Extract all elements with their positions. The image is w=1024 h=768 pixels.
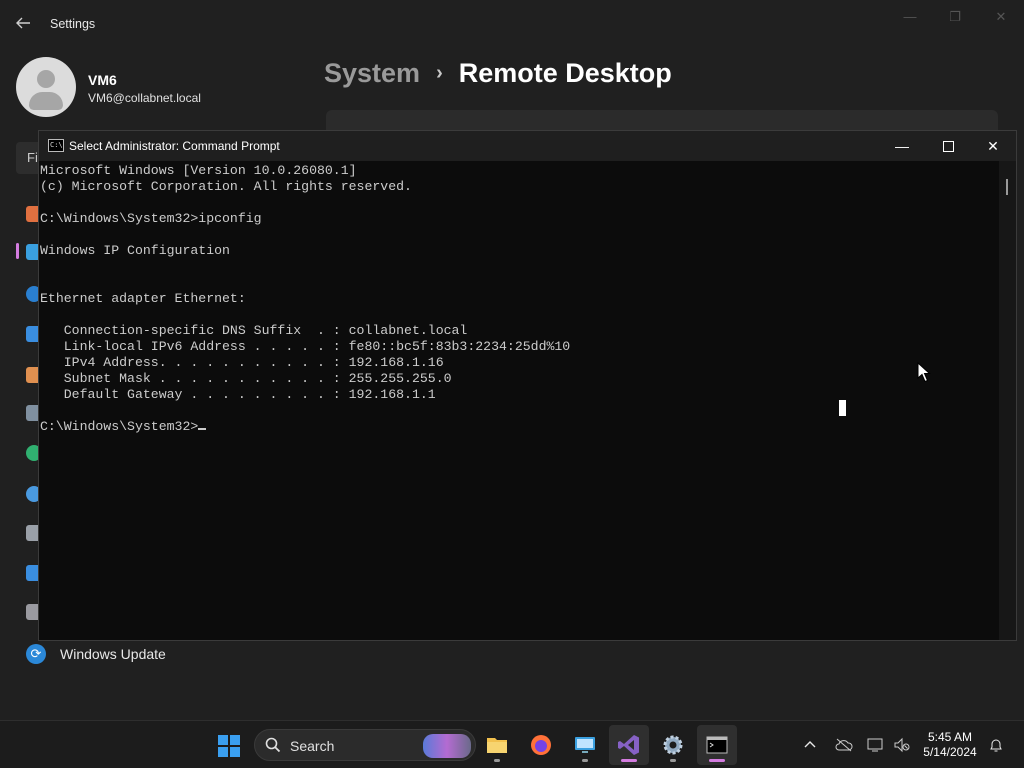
console-line: Microsoft Windows [Version 10.0.26080.1] bbox=[40, 163, 357, 178]
console-line: Default Gateway . . . . . . . . . : 192.… bbox=[40, 387, 436, 402]
start-button[interactable] bbox=[208, 725, 248, 765]
console-line: Link-local IPv6 Address . . . . . : fe80… bbox=[40, 339, 571, 354]
firefox-icon bbox=[531, 735, 551, 755]
command-prompt-icon: C:\ bbox=[48, 139, 64, 152]
active-indicator bbox=[709, 759, 725, 762]
taskbar-remote-desktop[interactable] bbox=[565, 725, 605, 765]
breadcrumb-system[interactable]: System bbox=[324, 58, 420, 89]
windows-start-icon bbox=[218, 735, 240, 757]
settings-minimize-button[interactable]: — bbox=[898, 8, 922, 26]
console-line: IPv4 Address. . . . . . . . . . . : 192.… bbox=[40, 355, 444, 370]
ime-caret bbox=[839, 400, 846, 416]
user-email: VM6@collabnet.local bbox=[88, 91, 201, 105]
active-indicator bbox=[621, 759, 637, 762]
visual-studio-icon bbox=[618, 735, 639, 755]
command-prompt-window[interactable]: C:\ Select Administrator: Command Prompt… bbox=[38, 130, 1017, 641]
clock-time: 5:45 AM bbox=[927, 730, 973, 744]
clock-date: 5/14/2024 bbox=[923, 745, 977, 759]
search-placeholder: Search bbox=[290, 738, 335, 754]
settings-close-button[interactable]: ✕ bbox=[989, 8, 1013, 26]
user-name: VM6 bbox=[88, 72, 117, 88]
search-icon bbox=[265, 737, 281, 753]
cmd-close-button[interactable]: ✕ bbox=[970, 131, 1016, 161]
search-highlight-icon bbox=[423, 734, 471, 758]
taskbar-settings[interactable] bbox=[653, 725, 693, 765]
content-card bbox=[326, 110, 998, 132]
mouse-pointer-icon bbox=[917, 362, 931, 383]
page-title: Remote Desktop bbox=[458, 58, 672, 88]
console-line: Windows IP Configuration bbox=[40, 243, 230, 258]
volume-muted-icon[interactable] bbox=[893, 721, 913, 768]
settings-restore-button[interactable]: ❐ bbox=[943, 8, 967, 26]
settings-gear-icon bbox=[663, 735, 683, 755]
selection-indicator bbox=[16, 243, 19, 259]
breadcrumb: System › Remote Desktop bbox=[324, 58, 672, 89]
remote-desktop-icon bbox=[575, 737, 595, 753]
back-arrow-icon[interactable] bbox=[14, 14, 34, 34]
running-indicator bbox=[670, 759, 676, 762]
system-clock[interactable]: 5:45 AM 5/14/2024 bbox=[918, 730, 982, 760]
onedrive-offline-icon[interactable] bbox=[835, 721, 855, 768]
settings-titlebar: Settings — ❐ ✕ bbox=[0, 0, 1024, 48]
windows-update-icon[interactable]: ⟳ bbox=[26, 644, 46, 664]
cmd-maximize-button[interactable] bbox=[925, 131, 971, 161]
settings-app-title: Settings bbox=[50, 17, 96, 31]
sidebar-item-windows-update[interactable]: Windows Update bbox=[60, 646, 166, 662]
scrollbar-thumb[interactable] bbox=[1006, 179, 1008, 195]
cmd-window-title: Select Administrator: Command Prompt bbox=[69, 139, 280, 153]
breadcrumb-separator: › bbox=[436, 62, 443, 84]
network-display-icon[interactable] bbox=[867, 721, 887, 768]
console-line: C:\Windows\System32>ipconfig bbox=[40, 211, 262, 226]
running-indicator bbox=[582, 759, 588, 762]
show-hidden-icons-chevron-icon[interactable] bbox=[803, 721, 823, 768]
running-indicator bbox=[494, 759, 500, 762]
taskbar-search[interactable]: Search bbox=[254, 729, 476, 761]
console-prompt: C:\Windows\System32> bbox=[40, 419, 199, 434]
avatar[interactable] bbox=[16, 57, 76, 117]
console-line: Subnet Mask . . . . . . . . . . . : 255.… bbox=[40, 371, 452, 386]
taskbar-file-explorer[interactable] bbox=[477, 725, 517, 765]
console-output[interactable]: Microsoft Windows [Version 10.0.26080.1]… bbox=[39, 161, 1001, 640]
scrollbar[interactable] bbox=[999, 161, 1016, 640]
command-prompt-icon bbox=[706, 736, 728, 754]
console-line: Connection-specific DNS Suffix . : colla… bbox=[40, 323, 468, 338]
taskbar-command-prompt[interactable] bbox=[697, 725, 737, 765]
notifications-bell-icon[interactable] bbox=[988, 721, 1006, 768]
cmd-titlebar[interactable]: C:\ Select Administrator: Command Prompt… bbox=[39, 131, 1016, 161]
cmd-minimize-button[interactable]: — bbox=[879, 131, 925, 161]
taskbar-firefox[interactable] bbox=[521, 725, 561, 765]
text-cursor bbox=[198, 428, 207, 430]
taskbar-visual-studio[interactable] bbox=[609, 725, 649, 765]
console-line: (c) Microsoft Corporation. All rights re… bbox=[40, 179, 412, 194]
file-explorer-icon bbox=[487, 738, 507, 753]
taskbar: Search 5:45 AM 5/14/2024 bbox=[0, 720, 1024, 768]
console-line: Ethernet adapter Ethernet: bbox=[40, 291, 246, 306]
